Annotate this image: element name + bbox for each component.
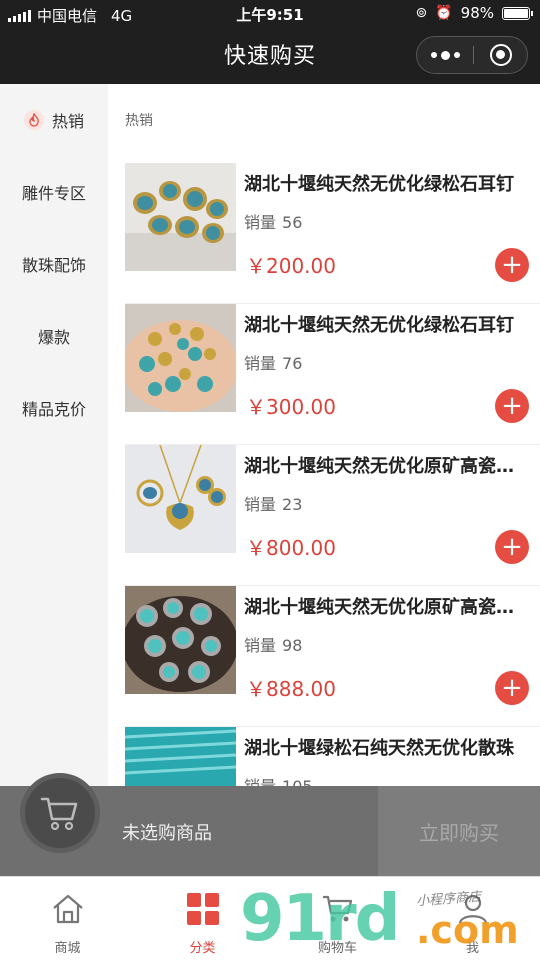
product-sales: 销量 98 xyxy=(244,632,302,656)
fire-icon xyxy=(23,110,44,130)
user-icon xyxy=(456,893,490,929)
sidebar-item-label: 雕件专区 xyxy=(21,184,86,203)
status-right: ⊚ ⏰ 98% xyxy=(415,4,533,22)
add-to-cart-button[interactable]: + xyxy=(495,389,529,423)
product-thumbnail[interactable] xyxy=(125,445,236,553)
sidebar-item-carvings[interactable]: 雕件专区 xyxy=(0,156,108,228)
status-bar: 中国电信 4G 上午9:51 ⊚ ⏰ 98% xyxy=(0,0,540,28)
cart-bar: 未选购商品 立即购买 xyxy=(0,773,540,876)
sales-count: 56 xyxy=(282,213,303,232)
sidebar-item-label: 精品克价 xyxy=(21,400,86,419)
sales-label: 销量 xyxy=(244,495,277,514)
tab-cart[interactable]: 购物车 xyxy=(270,877,405,960)
tab-category[interactable]: 分类 xyxy=(135,877,270,960)
sidebar-item-hot[interactable]: 热销 xyxy=(0,84,108,156)
product-list-panel: 热销 湖北十堰纯天然无优化绿松石耳钉 销量 56 ￥200.00 + 湖北十堰纯天… xyxy=(108,84,540,876)
lock-rotation-icon: ⊚ xyxy=(415,5,428,21)
product-sales: 销量 76 xyxy=(244,350,302,374)
tab-label: 购物车 xyxy=(317,941,357,956)
sidebar-item-bestsellers[interactable]: 爆款 xyxy=(0,300,108,372)
product-name: 湖北十堰纯天然无优化原矿高瓷套装 xyxy=(244,456,529,477)
product-thumbnail[interactable] xyxy=(125,586,236,694)
product-thumbnail[interactable] xyxy=(125,163,236,271)
tab-label: 商城 xyxy=(54,941,81,956)
product-price: ￥200.00 xyxy=(246,254,336,278)
sales-count: 98 xyxy=(282,636,303,655)
product-sales: 销量 23 xyxy=(244,491,302,515)
product-name: 湖北十堰纯天然无优化绿松石耳钉 xyxy=(244,315,514,336)
sidebar-item-label: 爆款 xyxy=(37,328,70,347)
sales-label: 销量 xyxy=(244,354,277,373)
product-item[interactable]: 湖北十堰纯天然无优化绿松石耳钉 销量 56 ￥200.00 + xyxy=(125,163,540,304)
add-to-cart-button[interactable]: + xyxy=(495,671,529,705)
product-sales: 销量 56 xyxy=(244,209,302,233)
cart-status-text: 未选购商品 xyxy=(122,823,212,844)
product-price: ￥888.00 xyxy=(246,677,336,701)
tab-mall[interactable]: 商城 xyxy=(0,877,135,960)
nav-bar: 快速购买 xyxy=(0,28,540,84)
product-item[interactable]: 湖北十堰纯天然无优化原矿高瓷套装 销量 23 ￥800.00 + xyxy=(125,445,540,586)
tab-me[interactable]: 我 xyxy=(405,877,540,960)
product-price: ￥800.00 xyxy=(246,536,336,560)
mini-program-capsule xyxy=(416,36,528,74)
plus-icon: + xyxy=(501,391,523,421)
category-sidebar: 热销 雕件专区 散珠配饰 爆款 精品克价 xyxy=(0,84,108,876)
add-to-cart-button[interactable]: + xyxy=(495,530,529,564)
product-thumbnail[interactable] xyxy=(125,304,236,412)
sidebar-item-premium[interactable]: 精品克价 xyxy=(0,372,108,444)
home-icon xyxy=(51,893,85,929)
tab-label: 我 xyxy=(465,941,479,956)
battery-icon xyxy=(502,6,533,20)
sidebar-item-beads[interactable]: 散珠配饰 xyxy=(0,228,108,300)
product-item[interactable]: 湖北十堰纯天然无优化原矿高瓷戒指 销量 98 ￥888.00 + xyxy=(125,586,540,727)
product-name: 湖北十堰纯天然无优化绿松石耳钉 xyxy=(244,174,514,195)
cart-icon xyxy=(40,797,78,831)
product-item[interactable]: 湖北十堰纯天然无优化绿松石耳钉 销量 76 ￥300.00 + xyxy=(125,304,540,445)
bottom-tabbar: 商城 分类 购物车 我 xyxy=(0,876,540,960)
add-to-cart-button[interactable]: + xyxy=(495,248,529,282)
sales-count: 23 xyxy=(282,495,303,514)
plus-icon: + xyxy=(501,673,523,703)
plus-icon: + xyxy=(501,532,523,562)
cart-icon xyxy=(321,893,355,929)
alarm-icon: ⏰ xyxy=(435,5,453,21)
plus-icon: + xyxy=(501,250,523,280)
tab-label: 分类 xyxy=(189,941,216,956)
sales-count: 76 xyxy=(282,354,303,373)
grid-icon xyxy=(186,893,219,925)
section-title: 热销 xyxy=(125,113,153,129)
more-dots-icon[interactable] xyxy=(417,37,473,73)
close-target-icon[interactable] xyxy=(474,37,528,73)
sales-label: 销量 xyxy=(244,213,277,232)
product-name: 湖北十堰绿松石纯天然无优化散珠 xyxy=(244,738,514,759)
buy-now-button[interactable]: 立即购买 xyxy=(378,786,540,876)
sales-label: 销量 xyxy=(244,636,277,655)
sidebar-item-label: 热销 xyxy=(51,112,84,131)
battery-percent: 98% xyxy=(460,4,494,22)
product-name: 湖北十堰纯天然无优化原矿高瓷戒指 xyxy=(244,597,529,618)
product-price: ￥300.00 xyxy=(246,395,336,419)
sidebar-item-label: 散珠配饰 xyxy=(21,256,86,275)
cart-button[interactable] xyxy=(20,773,100,853)
